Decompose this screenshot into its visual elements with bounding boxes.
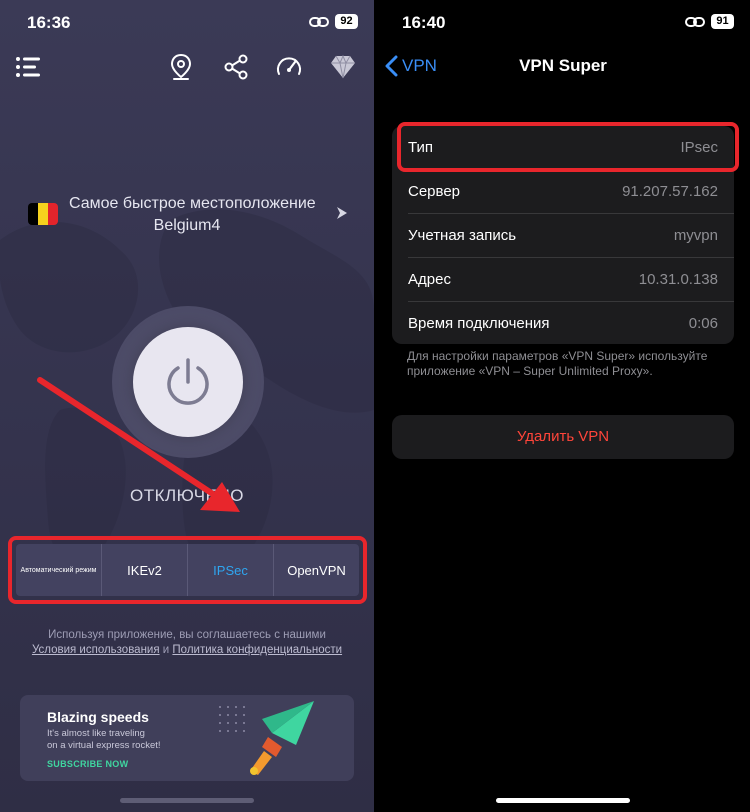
privacy-policy-link[interactable]: Политика конфиденциальности (172, 644, 342, 656)
row-key: Тип (408, 139, 434, 156)
terms-notice: Используя приложение, вы соглашаетесь с … (30, 628, 344, 658)
protocol-selector-highlight: Автоматический режим IKEv2 IPSec OpenVPN (8, 536, 367, 604)
row-value: 91.207.57.162 (622, 183, 718, 200)
speedometer-icon[interactable] (274, 52, 304, 82)
terms-middle: и (159, 644, 173, 656)
rocket-icon (219, 701, 314, 775)
row-type: Тип IPsec (392, 126, 734, 170)
tab-ikev2[interactable]: IKEv2 (101, 544, 187, 596)
delete-vpn-button[interactable]: Удалить VPN (392, 415, 734, 459)
status-indicators: 92 (309, 14, 358, 29)
location-pin-icon[interactable] (166, 52, 196, 82)
promo-banner[interactable]: Blazing speeds It's almost like travelin… (20, 695, 354, 781)
power-button[interactable] (133, 327, 243, 437)
page-title: VPN Super (519, 56, 607, 75)
promo-line-2: on a virtual express rocket! (47, 740, 161, 751)
battery-indicator: 91 (711, 14, 734, 29)
tab-ipsec[interactable]: IPSec (187, 544, 273, 596)
vpn-info-group: Тип IPsec Сервер 91.207.57.162 Учетная з… (392, 126, 734, 344)
promo-line-1: It's almost like traveling (47, 728, 145, 739)
power-icon (167, 358, 209, 405)
share-icon[interactable] (221, 52, 251, 82)
status-time: 16:36 (27, 13, 71, 32)
row-value: myvpn (673, 227, 718, 244)
vpn-app-screen: 16:36 92 Самое быстрое местоположение Be… (0, 0, 374, 812)
row-value: 0:06 (688, 315, 718, 332)
battery-indicator: 92 (335, 14, 358, 29)
location-selector[interactable]: Самое быстрое местоположение Belgium4 (0, 193, 374, 243)
terms-prefix: Используя приложение, вы соглашаетесь с … (48, 629, 326, 641)
tab-openvpn[interactable]: OpenVPN (273, 544, 359, 596)
row-server: Сервер 91.207.57.162 (392, 170, 734, 214)
home-indicator (120, 798, 254, 803)
footnote: Для настройки параметров «VPN Super» исп… (407, 349, 708, 378)
diamond-icon[interactable] (328, 52, 358, 82)
status-indicators: 91 (685, 14, 734, 29)
row-address: Адрес 10.31.0.138 (392, 258, 734, 302)
promo-title: Blazing speeds (47, 709, 149, 725)
connection-status: ОТКЛЮЧЕНО (130, 486, 244, 505)
status-time: 16:40 (402, 13, 446, 32)
row-key: Сервер (408, 183, 461, 200)
row-account: Учетная запись myvpn (392, 214, 734, 258)
link-icon (309, 16, 329, 27)
top-toolbar (0, 52, 374, 82)
tab-auto-mode[interactable]: Автоматический режим (16, 544, 101, 596)
row-key: Учетная запись (408, 227, 517, 244)
status-bar: 16:36 92 (0, 0, 374, 44)
promo-text: It's almost like traveling on a virtual … (47, 728, 161, 752)
home-indicator (496, 798, 630, 803)
location-server: Belgium4 (153, 217, 221, 234)
row-key: Адрес (408, 271, 451, 288)
row-connect-time: Время подключения 0:06 (392, 302, 734, 344)
subscribe-button[interactable]: SUBSCRIBE NOW (47, 759, 128, 769)
location-title: Самое быстрое местоположение (69, 195, 316, 212)
row-value: 10.31.0.138 (638, 271, 718, 288)
protocol-selector: Автоматический режим IKEv2 IPSec OpenVPN (16, 544, 359, 596)
ios-vpn-settings-screen: 16:40 91 VPN VPN Super Тип IPsec Сервер … (376, 0, 750, 812)
terms-of-use-link[interactable]: Условия использования (32, 644, 160, 656)
chevron-right-icon (337, 207, 347, 219)
menu-icon[interactable] (14, 52, 44, 82)
row-value: IPsec (680, 139, 718, 156)
row-key: Время подключения (408, 315, 550, 332)
link-icon (685, 16, 705, 27)
